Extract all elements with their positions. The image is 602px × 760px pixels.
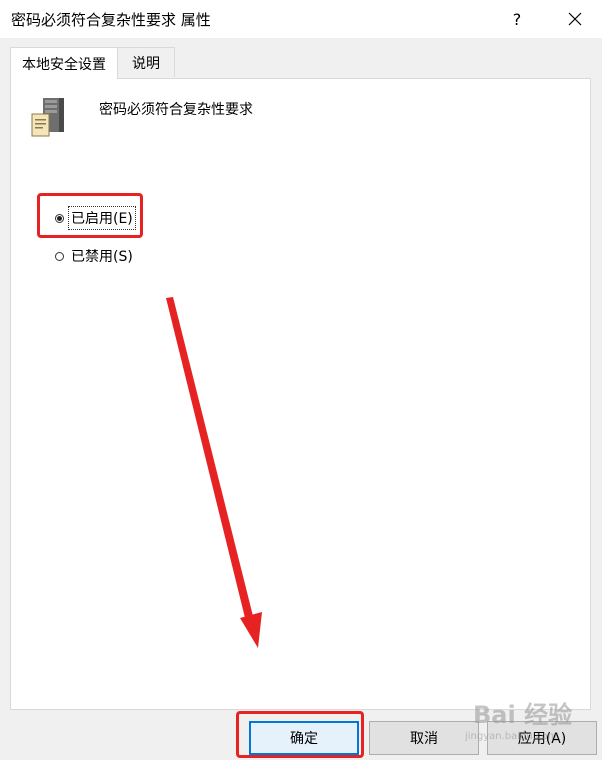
radio-disabled-label[interactable]: 已禁用(S) [69, 245, 135, 267]
annotation-box-enabled [37, 193, 143, 238]
tab-panel [10, 78, 591, 710]
tab-explain[interactable]: 说明 [117, 47, 175, 77]
close-icon [568, 12, 582, 26]
apply-button[interactable]: 应用(A) [487, 721, 597, 755]
close-button[interactable] [552, 0, 598, 38]
policy-name: 密码必须符合复杂性要求 [99, 102, 253, 118]
tab-label: 本地安全设置 [22, 56, 106, 73]
tab-label: 说明 [132, 55, 160, 72]
cancel-button[interactable]: 取消 [369, 721, 479, 755]
radio-disabled-indicator[interactable] [55, 251, 64, 261]
cancel-button-label: 取消 [410, 731, 438, 747]
title-bar: 密码必须符合复杂性要求 属性 ? [0, 0, 602, 38]
radio-disabled[interactable]: 已禁用(S) [55, 245, 135, 267]
server-policy-icon [31, 98, 64, 137]
apply-button-label: 应用(A) [517, 731, 567, 747]
tab-local-security-setting[interactable]: 本地安全设置 [10, 47, 118, 79]
help-icon: ? [512, 9, 522, 29]
annotation-box-ok [236, 711, 364, 758]
help-button[interactable]: ? [495, 0, 539, 38]
window-title: 密码必须符合复杂性要求 属性 [11, 11, 211, 29]
